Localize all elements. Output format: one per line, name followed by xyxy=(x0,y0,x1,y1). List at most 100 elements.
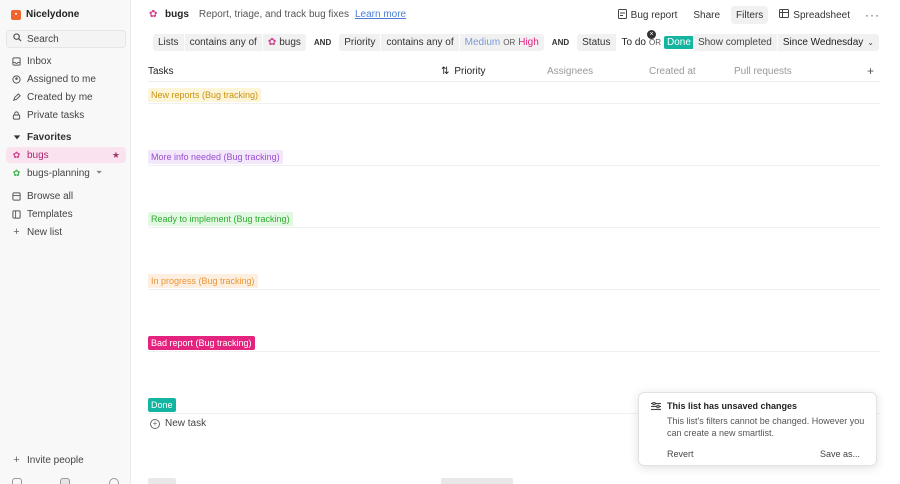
group-row[interactable]: In progress (Bug tracking) xyxy=(148,270,880,290)
filter-value-label: bugs xyxy=(279,37,301,48)
search-icon xyxy=(13,33,22,45)
invite-label: Invite people xyxy=(27,454,84,466)
lock-icon xyxy=(12,110,21,120)
save-as-button[interactable]: Save as... xyxy=(820,449,860,459)
group-row[interactable]: New reports (Bug tracking) xyxy=(148,84,880,104)
group-tag: Bad report (Bug tracking) xyxy=(148,336,255,350)
filter-status[interactable]: Status To do OR Done xyxy=(577,34,699,51)
sidebar-item-templates[interactable]: Templates xyxy=(6,206,126,222)
column-tasks[interactable]: Tasks xyxy=(148,66,174,77)
priority-medium: Medium xyxy=(464,37,501,48)
list-title-area: ✿ bugs Report, triage, and track bug fix… xyxy=(149,9,406,20)
calendar-icon[interactable] xyxy=(60,478,70,484)
group-row[interactable]: More info needed (Bug tracking) xyxy=(148,146,880,166)
unsaved-changes-toast: This list has unsaved changes This list'… xyxy=(638,392,877,466)
filter-field[interactable]: Status xyxy=(577,34,615,51)
filter-operator[interactable]: contains any of xyxy=(183,34,262,51)
sort-icon: ⇅ xyxy=(441,66,450,77)
page-title: bugs xyxy=(165,9,189,20)
group-row[interactable]: Ready to implement (Bug tracking) xyxy=(148,208,880,228)
sidebar-footer xyxy=(8,478,128,484)
favorites-heading: Favorites xyxy=(27,131,72,143)
sidebar-item-label: Inbox xyxy=(27,55,52,67)
since-dropdown[interactable]: Since Wednesday ⌄ xyxy=(776,34,879,51)
spreadsheet-label: Spreadsheet xyxy=(793,9,850,21)
sidebar-item-bugs-planning[interactable]: ✿ bugs-planning ⏷ xyxy=(6,165,126,181)
toast-body: This list's filters cannot be changed. H… xyxy=(667,416,865,438)
help-icon[interactable] xyxy=(109,478,119,484)
add-column-icon[interactable]: + xyxy=(867,64,874,78)
column-assignees[interactable]: Assignees xyxy=(547,66,593,77)
filter-bar: Lists contains any of ✿ bugs AND Priority… xyxy=(153,34,699,51)
sliders-icon xyxy=(651,401,661,414)
settings-icon[interactable] xyxy=(12,478,22,484)
more-options-icon[interactable]: ··· xyxy=(865,8,880,22)
sidebar-item-new-list[interactable]: + New list xyxy=(6,224,126,240)
workspace-switcher[interactable]: ▪ Nicelydone xyxy=(11,9,79,20)
bug-icon: ✿ xyxy=(12,167,21,178)
group-tag: More info needed (Bug tracking) xyxy=(148,150,283,164)
filter-priority[interactable]: Priority contains any of Medium OR High xyxy=(339,34,544,51)
filter-field[interactable]: Priority xyxy=(339,34,380,51)
toast-title: This list has unsaved changes xyxy=(667,401,798,411)
learn-more-link[interactable]: Learn more xyxy=(355,9,406,20)
form-icon xyxy=(617,8,627,22)
sidebar-item-label: bugs xyxy=(27,149,49,161)
page-description: Report, triage, and track bug fixes xyxy=(198,9,349,20)
or-connector: OR xyxy=(503,38,516,47)
status-todo: To do xyxy=(621,37,646,48)
column-priority[interactable]: ⇅ Priority xyxy=(441,66,486,77)
column-label: Priority xyxy=(454,66,486,77)
filter-value[interactable]: To do OR Done xyxy=(615,34,699,51)
grid-icon xyxy=(12,191,21,201)
star-icon[interactable]: ★ xyxy=(112,150,120,161)
filter-value[interactable]: ✿ bugs xyxy=(261,34,306,51)
column-created-at[interactable]: Created at xyxy=(649,66,696,77)
search-input[interactable]: Search xyxy=(6,30,126,48)
spreadsheet-button[interactable]: Spreadsheet xyxy=(774,6,855,24)
group-row[interactable]: Bad report (Bug tracking) xyxy=(148,332,880,352)
and-connector: AND xyxy=(551,38,570,47)
group-tag: New reports (Bug tracking) xyxy=(148,88,262,102)
since-label: Since Wednesday xyxy=(782,37,864,48)
column-pull-requests[interactable]: Pull requests xyxy=(734,66,792,77)
sidebar-item-label: Assigned to me xyxy=(27,73,96,85)
show-completed-toggle[interactable]: Show completed Since Wednesday ⌄ xyxy=(692,34,879,51)
filter-lists[interactable]: Lists contains any of ✿ bugs xyxy=(153,34,306,51)
remove-filter-icon[interactable]: × xyxy=(647,30,656,39)
bug-icon: ✿ xyxy=(149,8,158,20)
sidebar-item-label: Templates xyxy=(27,208,73,220)
bug-report-button[interactable]: Bug report xyxy=(613,6,683,24)
plus-icon: + xyxy=(13,454,20,466)
filter-operator[interactable]: contains any of xyxy=(380,34,458,51)
sidebar-item-bugs[interactable]: ✿ bugs ★ xyxy=(6,147,126,163)
ghost-row xyxy=(441,478,513,484)
page-header: ✿ bugs Report, triage, and track bug fix… xyxy=(131,0,900,30)
revert-button[interactable]: Revert xyxy=(667,449,694,459)
filter-value[interactable]: Medium OR High xyxy=(458,34,544,51)
sidebar-item-private[interactable]: Private tasks xyxy=(6,107,126,123)
invite-people-button[interactable]: + Invite people xyxy=(6,452,126,468)
filter-field[interactable]: Lists xyxy=(153,34,184,51)
table-icon xyxy=(779,9,790,21)
group-tag: In progress (Bug tracking) xyxy=(148,274,258,288)
workspace-logo-icon: ▪ xyxy=(11,9,21,20)
new-task-button[interactable]: + New task xyxy=(150,418,206,429)
filter-icon: ⏷ xyxy=(95,168,103,177)
sidebar: ▪ Nicelydone Search Inbox Assigned to me… xyxy=(0,0,131,484)
user-icon xyxy=(12,74,21,84)
table-header: Tasks ⇅ Priority Assignees Created at Pul… xyxy=(148,62,880,82)
workspace-name: Nicelydone xyxy=(26,9,80,20)
sidebar-item-label: bugs-planning xyxy=(27,167,90,179)
plus-icon: + xyxy=(13,226,20,238)
show-completed-label: Show completed xyxy=(697,37,772,48)
sidebar-item-created[interactable]: Created by me xyxy=(6,89,126,105)
sidebar-item-inbox[interactable]: Inbox xyxy=(6,53,126,69)
favorites-toggle[interactable]: Favorites xyxy=(6,129,126,145)
sidebar-item-browse[interactable]: Browse all xyxy=(6,188,126,204)
share-button[interactable]: Share xyxy=(688,6,725,24)
sidebar-item-label: Created by me xyxy=(27,91,93,103)
filters-button[interactable]: Filters xyxy=(731,6,769,24)
group-tag: Done xyxy=(148,398,176,412)
sidebar-item-assigned[interactable]: Assigned to me xyxy=(6,71,126,87)
